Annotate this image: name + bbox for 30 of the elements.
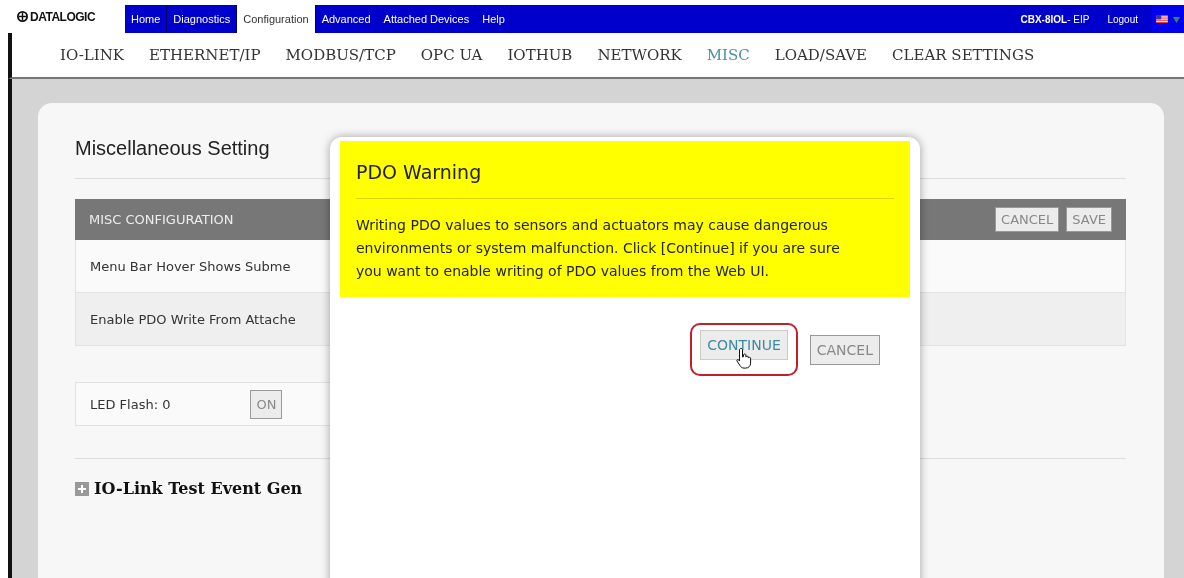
menu-item[interactable]: Configuration (237, 5, 316, 33)
dialog-message: Writing PDO values to sensors and actuators may cause dangerous environments or system malfunction. Click [Continue] if you are sure you want to enable writing of PDO values from the Web UI. (356, 216, 841, 281)
table-title: MISC CONFIGURATION (89, 212, 234, 227)
subnav-tab[interactable]: MODBUS/TCP (285, 46, 396, 64)
flag-icon (1156, 15, 1168, 23)
subnav-tab[interactable]: ETHERNET/IP (149, 46, 261, 64)
menu-item[interactable]: Home (125, 5, 168, 33)
dialog-title: PDO Warning (356, 161, 483, 183)
device-name: CBX-8IOL- EIP (1020, 13, 1090, 25)
expand-icon[interactable] (75, 481, 89, 496)
caret-icon (1173, 15, 1180, 23)
logo-text: DATALOGIC (30, 9, 96, 24)
subnav-tab[interactable]: IOTHUB (507, 46, 573, 64)
logout-link[interactable]: Logout (1107, 13, 1138, 25)
subnav-tab[interactable]: NETWORK (597, 46, 682, 64)
subnav-tab[interactable]: MISC (706, 46, 750, 64)
menu-item[interactable]: Attached Devices (377, 5, 477, 33)
section-heading[interactable]: IO-Link Test Event Gen (94, 479, 303, 498)
language-selector[interactable] (1152, 5, 1184, 33)
subnav-tab[interactable]: LOAD/SAVE (774, 46, 868, 64)
menu-item[interactable]: Help (476, 5, 512, 33)
menu-item[interactable]: Advanced (315, 5, 378, 33)
setting-label: Menu Bar Hover Shows Subme (90, 258, 291, 274)
setting-label: Enable PDO Write From Attache (90, 311, 296, 327)
subnav-tab[interactable]: OPC UA (420, 46, 483, 64)
subnav-tab[interactable]: CLEAR SETTINGS (892, 46, 1035, 64)
led-label: LED Flash: 0 (90, 396, 171, 412)
subnav-tab[interactable]: IO-LINK (60, 46, 125, 64)
page-title: Miscellaneous Setting (75, 137, 270, 160)
logo-icon (17, 11, 28, 22)
